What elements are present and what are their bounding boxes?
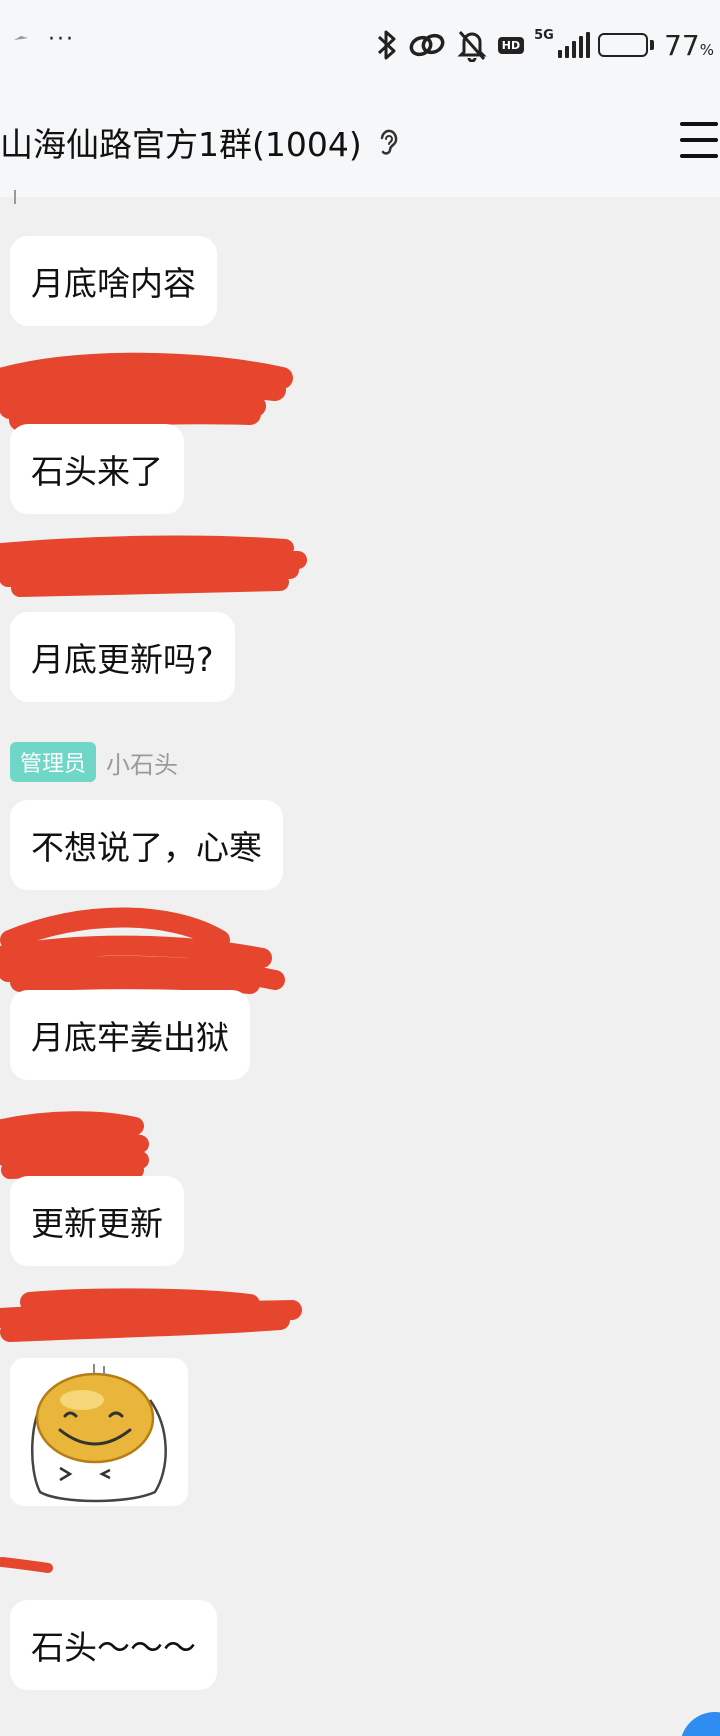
chat-title: 山海仙路官方1群(1004) (0, 125, 362, 164)
ear-icon[interactable] (376, 126, 402, 158)
chat-header: 山海仙路官方1群(1004) (0, 100, 720, 180)
network-type-label: 5G (534, 28, 554, 43)
message-bubble[interactable]: 石头～～～ (10, 1600, 217, 1690)
chat-screen: ··· HD 5G 77% 山海仙路官方1群(1004) 月底啥内容 石头来了 … (0, 0, 720, 1736)
battery-icon (598, 33, 655, 57)
message-bubble[interactable]: 石头来了 (10, 424, 184, 514)
message-bubble[interactable]: 更新更新 (10, 1176, 184, 1266)
more-notifications-dots: ··· (48, 27, 75, 52)
top-bar: ··· HD 5G 77% 山海仙路官方1群(1004) (0, 0, 720, 197)
status-right: HD 5G 77% (376, 28, 714, 62)
message-sender: 管理员 小石头 (10, 742, 178, 782)
redaction-scribble (0, 907, 285, 994)
redaction-scribble (0, 352, 293, 430)
message-bubble[interactable]: 不想说了，心寒 (10, 800, 283, 890)
smiley-sticker-icon (30, 1364, 167, 1503)
mute-bell-icon (456, 28, 488, 62)
redaction-scribble (0, 535, 307, 597)
hd-icon: HD (497, 36, 525, 54)
status-left: ··· (12, 27, 75, 52)
floating-action-button[interactable] (680, 1712, 720, 1736)
message-bubble[interactable]: 月底啥内容 (10, 236, 217, 326)
sender-name[interactable]: 小石头 (106, 745, 178, 780)
redaction-scribble (0, 1288, 302, 1342)
bluetooth-icon (376, 28, 398, 62)
status-bar: ··· HD 5G 77% (0, 0, 720, 96)
redaction-scribble (0, 1557, 53, 1573)
link-icon (408, 30, 446, 60)
notification-icon (12, 32, 30, 48)
signal-5g-icon: 5G (534, 28, 591, 60)
hamburger-menu-icon[interactable] (680, 122, 718, 158)
truncated-sender-mark (14, 190, 16, 204)
battery-percentage: 77% (664, 28, 714, 62)
message-bubble[interactable]: 月底牢姜出狱 (10, 990, 250, 1080)
signal-bars (558, 32, 591, 58)
sticker-image[interactable] (10, 1358, 188, 1506)
chat-title-group[interactable]: 山海仙路官方1群(1004) (0, 118, 402, 166)
message-bubble[interactable]: 月底更新吗? (10, 612, 235, 702)
admin-badge: 管理员 (10, 742, 97, 782)
